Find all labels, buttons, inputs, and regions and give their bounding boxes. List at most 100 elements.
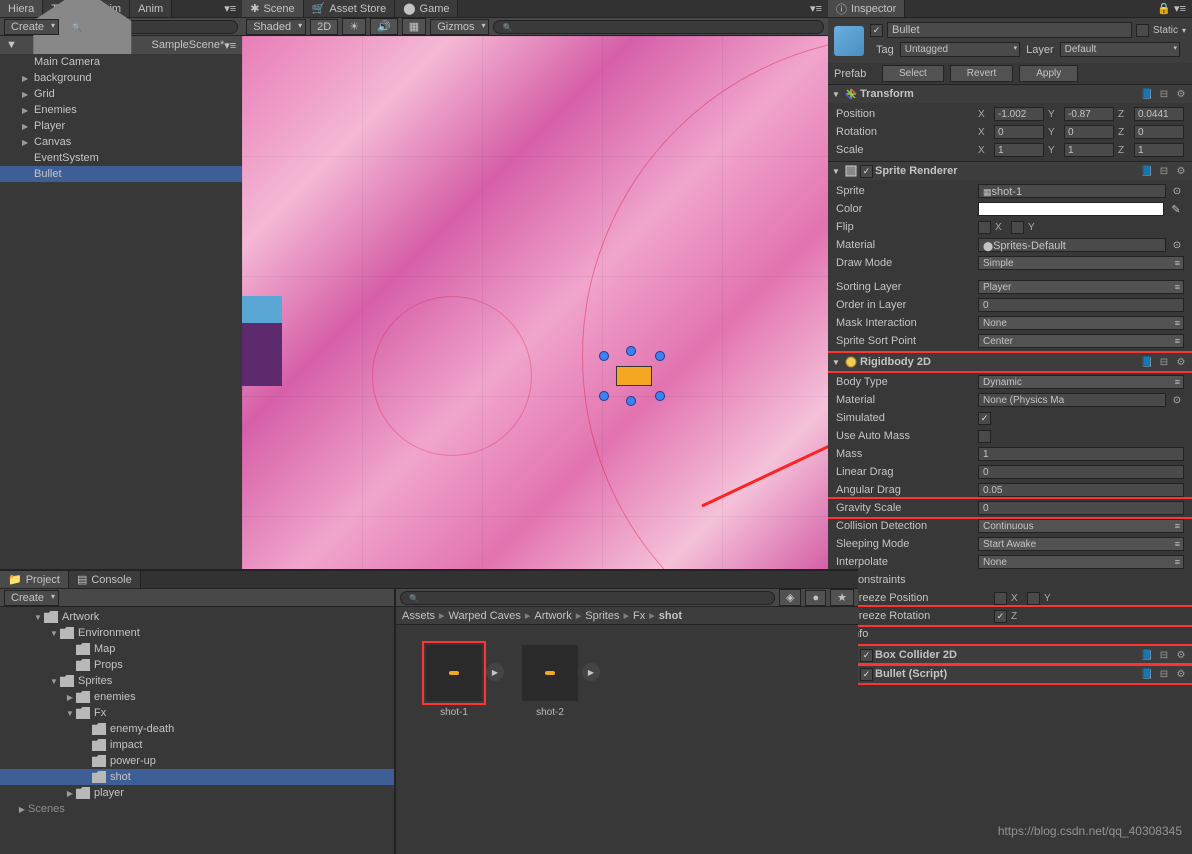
hierarchy-item[interactable]: Bullet	[0, 166, 242, 182]
sprite-field[interactable]: ▦shot-1	[978, 184, 1166, 198]
tab-scene[interactable]: ✱Scene	[242, 0, 303, 17]
position-x-field[interactable]	[994, 107, 1044, 121]
asset-item[interactable]: ▶shot-2	[522, 645, 578, 718]
preset-icon[interactable]: ⊟	[1157, 355, 1171, 369]
panel-menu-icon[interactable]: 🔒 ▾≡	[1151, 0, 1192, 17]
freeze-y-checkbox[interactable]	[1027, 592, 1040, 605]
lineardrag-field[interactable]	[978, 465, 1184, 479]
favorite-icon[interactable]: ★	[830, 589, 854, 606]
component-enabled-checkbox[interactable]	[860, 649, 873, 662]
tree-item[interactable]: ▶enemies	[0, 689, 394, 705]
simulated-checkbox[interactable]	[978, 412, 991, 425]
panel-menu-icon[interactable]: ▾≡	[218, 0, 242, 17]
hierarchy-item[interactable]: ▶Canvas	[0, 134, 242, 150]
scale-z-field[interactable]	[1134, 143, 1184, 157]
hierarchy-item[interactable]: ▶Enemies	[0, 102, 242, 118]
audio-icon[interactable]: 🔊	[370, 18, 398, 35]
gear-icon[interactable]: ⚙	[1174, 87, 1188, 101]
tab-inspector[interactable]: ⓘInspector	[828, 0, 905, 17]
help-icon[interactable]: 📘	[1140, 87, 1154, 101]
sorting-layer-dropdown[interactable]: Player	[978, 280, 1184, 294]
gear-icon[interactable]: ⚙	[1174, 355, 1188, 369]
flip-x-checkbox[interactable]	[978, 221, 991, 234]
tree-item[interactable]: power-up	[0, 753, 394, 769]
shading-dropdown[interactable]: Shaded	[246, 19, 306, 35]
breadcrumb-item[interactable]: Assets	[402, 610, 435, 622]
preset-icon[interactable]: ⊟	[1157, 667, 1171, 681]
hierarchy-item[interactable]: ▶Grid	[0, 86, 242, 102]
prefab-revert-button[interactable]: Revert	[950, 65, 1013, 82]
toggle-2d[interactable]: 2D	[310, 19, 338, 35]
component-enabled-checkbox[interactable]	[860, 668, 873, 681]
hierarchy-item[interactable]: EventSystem	[0, 150, 242, 166]
object-picker-icon[interactable]: ⊙	[1170, 395, 1184, 406]
order-field[interactable]	[978, 298, 1184, 312]
gizmos-dropdown[interactable]: Gizmos	[430, 19, 489, 35]
eyedropper-icon[interactable]: ✎	[1168, 203, 1184, 216]
name-input[interactable]	[887, 22, 1132, 38]
gravityscale-field[interactable]	[978, 501, 1184, 515]
layer-dropdown[interactable]: Default	[1060, 42, 1180, 57]
breadcrumb-item[interactable]: Fx	[633, 610, 645, 622]
fx-icon[interactable]: ▦	[402, 18, 426, 35]
help-icon[interactable]: 📘	[1140, 648, 1154, 662]
tree-item[interactable]: ▼Artwork	[0, 609, 394, 625]
preset-icon[interactable]: ⊟	[1157, 648, 1171, 662]
search-input[interactable]	[400, 591, 775, 605]
position-z-field[interactable]	[1134, 107, 1184, 121]
tree-item[interactable]: ▶player	[0, 785, 394, 801]
play-icon[interactable]: ▶	[582, 663, 600, 681]
bodytype-dropdown[interactable]: Dynamic	[978, 375, 1184, 389]
material-field[interactable]: None (Physics Ma	[978, 393, 1166, 407]
static-dropdown-icon[interactable]: ▾	[1182, 26, 1186, 35]
tag-dropdown[interactable]: Untagged	[900, 42, 1020, 57]
preset-icon[interactable]: ⊟	[1157, 164, 1171, 178]
search-input[interactable]	[493, 20, 824, 34]
chevron-down-icon[interactable]: ▼	[832, 358, 842, 367]
tree-item[interactable]: enemy-death	[0, 721, 394, 737]
filter-icon[interactable]: ◈	[779, 589, 801, 606]
tree-item[interactable]: shot	[0, 769, 394, 785]
auto-mass-checkbox[interactable]	[978, 430, 991, 443]
scene-options-icon[interactable]: ▾≡	[224, 39, 236, 52]
interpolate-dropdown[interactable]: None	[978, 555, 1184, 569]
breadcrumb-item[interactable]: shot	[659, 610, 682, 622]
material-field[interactable]: ⬤Sprites-Default	[978, 238, 1166, 252]
help-icon[interactable]: 📘	[1140, 355, 1154, 369]
mask-dropdown[interactable]: None	[978, 316, 1184, 330]
hierarchy-item[interactable]: Main Camera	[0, 54, 242, 70]
mass-field[interactable]	[978, 447, 1184, 461]
rotation-x-field[interactable]	[994, 125, 1044, 139]
play-icon[interactable]: ▶	[486, 663, 504, 681]
tree-item[interactable]: Props	[0, 657, 394, 673]
gear-icon[interactable]: ⚙	[1174, 648, 1188, 662]
position-y-field[interactable]	[1064, 107, 1114, 121]
object-picker-icon[interactable]: ⊙	[1170, 240, 1184, 251]
tab-game[interactable]: ⬤Game	[395, 0, 458, 17]
breadcrumb-item[interactable]: Warped Caves	[449, 610, 521, 622]
chevron-down-icon[interactable]: ▼	[832, 167, 842, 176]
scale-y-field[interactable]	[1064, 143, 1114, 157]
sort-point-dropdown[interactable]: Center	[978, 334, 1184, 348]
filter-icon[interactable]: ●	[805, 590, 826, 606]
active-checkbox[interactable]	[870, 24, 883, 37]
hierarchy-item[interactable]: ▶background	[0, 70, 242, 86]
create-dropdown[interactable]: Create	[4, 590, 59, 606]
draw-mode-dropdown[interactable]: Simple	[978, 256, 1184, 270]
panel-menu-icon[interactable]: ▾≡	[804, 0, 828, 17]
prefab-select-button[interactable]: Select	[882, 65, 944, 82]
help-icon[interactable]: 📘	[1140, 667, 1154, 681]
sleeping-dropdown[interactable]: Start Awake	[978, 537, 1184, 551]
breadcrumb-item[interactable]: Artwork	[534, 610, 571, 622]
color-field[interactable]	[978, 202, 1164, 216]
tree-item[interactable]: ▼Sprites	[0, 673, 394, 689]
object-picker-icon[interactable]: ⊙	[1170, 186, 1184, 197]
static-checkbox[interactable]	[1136, 24, 1149, 37]
hierarchy-item[interactable]: ▶Player	[0, 118, 242, 134]
rotation-y-field[interactable]	[1064, 125, 1114, 139]
tab-console[interactable]: ▤Console	[69, 571, 141, 588]
chevron-down-icon[interactable]: ▼	[832, 90, 842, 99]
component-enabled-checkbox[interactable]	[860, 165, 873, 178]
rotation-z-field[interactable]	[1134, 125, 1184, 139]
create-dropdown[interactable]: Create	[4, 19, 59, 35]
